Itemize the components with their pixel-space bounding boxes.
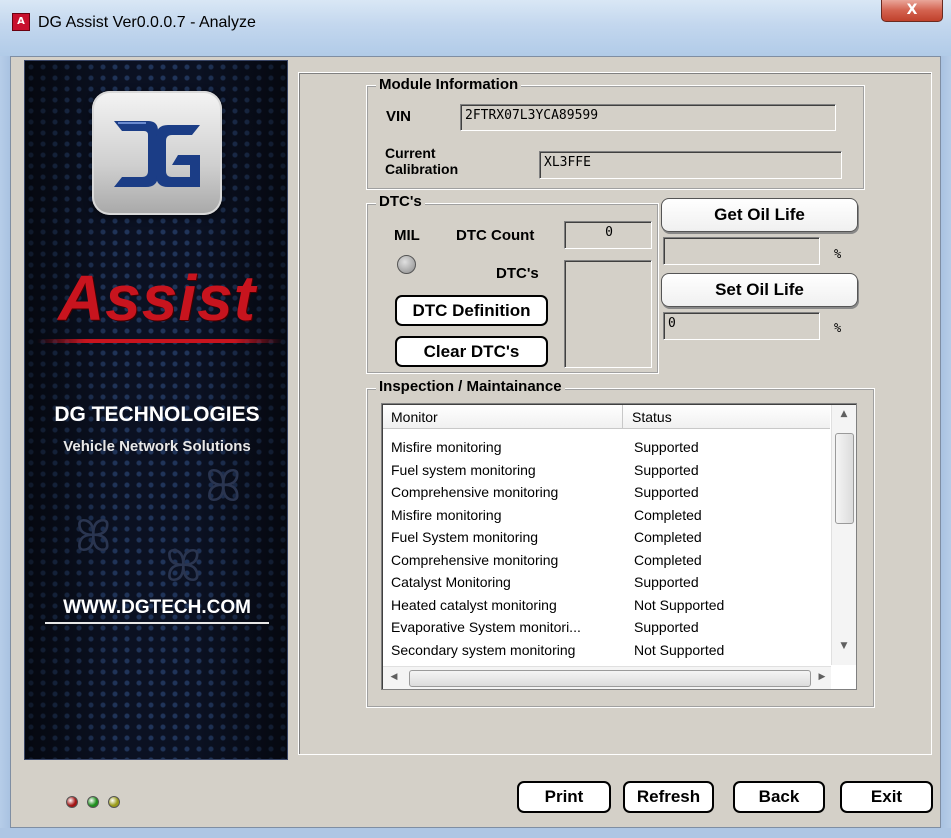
- dg-logo: [92, 91, 222, 215]
- column-header-monitor[interactable]: Monitor: [383, 405, 623, 429]
- set-oil-life-unit: %: [834, 321, 842, 335]
- list-item[interactable]: Misfire monitoring Completed: [383, 504, 829, 526]
- back-button[interactable]: Back: [733, 781, 825, 813]
- dg-logo-icon: [114, 121, 200, 187]
- set-oil-life-field[interactable]: 0: [663, 312, 820, 340]
- dtc-count-field[interactable]: 0: [564, 221, 652, 249]
- tribal-ornament-icon: ꕤ: [205, 461, 242, 512]
- dtc-list-box[interactable]: [564, 260, 652, 368]
- status-cell: Supported: [634, 619, 699, 635]
- company-url: WWW.DGTECH.COM: [63, 597, 251, 618]
- list-item[interactable]: Fuel System monitoring Completed: [383, 526, 829, 548]
- window-frame-bottom: [0, 828, 951, 838]
- module-info-legend: Module Information: [376, 76, 522, 93]
- status-led-yellow-icon: [108, 796, 120, 808]
- monitor-cell: Catalyst Monitoring: [391, 574, 511, 590]
- vin-field[interactable]: 2FTRX07L3YCA89599: [460, 104, 836, 131]
- product-name: Assist: [57, 262, 257, 334]
- status-cell: Supported: [634, 461, 699, 478]
- scroll-right-icon[interactable]: ▶: [815, 672, 829, 682]
- calibration-label: Current Calibration: [385, 145, 458, 177]
- inspection-legend: Inspection / Maintainance: [376, 378, 565, 395]
- status-cell: Completed: [634, 529, 702, 545]
- monitor-cell: Comprehensive monitoring: [391, 551, 559, 568]
- status-cell: Supported: [634, 574, 699, 590]
- list-item[interactable]: Secondary system monitoring Not Supported: [383, 639, 829, 661]
- url-underline: [45, 622, 269, 624]
- get-oil-life-button[interactable]: Get Oil Life: [661, 198, 858, 232]
- get-oil-life-unit: %: [834, 247, 842, 261]
- set-oil-life-button[interactable]: Set Oil Life: [661, 273, 858, 307]
- dg-app-icon[interactable]: A: [12, 13, 30, 31]
- exit-button[interactable]: Exit: [840, 781, 933, 813]
- brand-banner: ꕤ ꕤ ꕤ Assist DG TECHNOLOGIES Vehicle Net…: [24, 60, 288, 760]
- monitor-cell: Fuel System monitoring: [391, 529, 539, 545]
- tribal-ornament-icon: ꕤ: [75, 511, 112, 562]
- product-underline: [37, 339, 283, 343]
- list-item[interactable]: Heated catalyst monitoring Not Supported: [383, 594, 829, 616]
- scroll-left-icon[interactable]: ◀: [387, 672, 401, 682]
- column-header-status[interactable]: Status: [624, 405, 830, 429]
- window-frame-right: [941, 56, 951, 838]
- monitor-cell: Misfire monitoring: [391, 506, 502, 523]
- horizontal-scroll-thumb[interactable]: [409, 670, 811, 687]
- status-led-red-icon: [66, 796, 78, 808]
- status-cell: Completed: [634, 551, 702, 568]
- monitor-cell: Misfire monitoring: [391, 439, 502, 455]
- vertical-scrollbar[interactable]: ▲ ▼: [831, 405, 856, 665]
- status-cell: Supported: [634, 484, 699, 500]
- calibration-label-line2: Calibration: [385, 161, 459, 177]
- tribal-ornament-icon: ꕤ: [165, 541, 202, 592]
- scroll-thumb[interactable]: [835, 433, 854, 524]
- status-cell: Not Supported: [634, 641, 725, 658]
- list-item[interactable]: Misfire monitoring Supported: [383, 436, 829, 458]
- dtc-list-label: DTC's: [496, 265, 539, 282]
- calibration-field[interactable]: XL3FFE: [539, 151, 842, 179]
- monitor-cell: Secondary system monitoring: [391, 641, 576, 658]
- monitor-cell: Heated catalyst monitoring: [391, 596, 557, 613]
- monitor-cell: Fuel system monitoring: [391, 461, 536, 478]
- scroll-down-icon[interactable]: ▼: [832, 641, 856, 651]
- status-cell: Completed: [634, 506, 702, 523]
- window-frame-left: [0, 56, 10, 838]
- monitor-cell: Comprehensive monitoring: [391, 484, 559, 500]
- list-item[interactable]: Fuel system monitoring Supported: [383, 459, 829, 481]
- list-item[interactable]: Comprehensive monitoring Completed: [383, 549, 829, 571]
- status-cell: Supported: [634, 439, 699, 455]
- close-button[interactable]: X: [881, 0, 943, 22]
- status-led-green-icon: [87, 796, 99, 808]
- list-item[interactable]: Comprehensive monitoring Supported: [383, 481, 829, 503]
- mil-indicator-icon: [397, 255, 416, 274]
- list-item[interactable]: Evaporative System monitori... Supported: [383, 616, 829, 638]
- list-header: Monitor Status: [383, 405, 830, 429]
- get-oil-life-field[interactable]: [663, 237, 820, 265]
- vin-label: VIN: [386, 108, 412, 125]
- window-title: DG Assist Ver0.0.0.7 - Analyze: [38, 14, 256, 31]
- status-cell: Not Supported: [634, 596, 725, 613]
- refresh-button[interactable]: Refresh: [623, 781, 714, 813]
- calibration-label-line1: Current: [385, 145, 436, 161]
- monitor-cell: Evaporative System monitori...: [391, 619, 581, 635]
- scroll-up-icon[interactable]: ▲: [832, 409, 856, 419]
- company-tagline: Vehicle Network Solutions: [63, 438, 251, 455]
- monitor-list[interactable]: Monitor Status Misfire monitoring Support…: [381, 403, 857, 690]
- company-name: DG TECHNOLOGIES: [54, 403, 260, 426]
- mil-label: MIL: [394, 227, 420, 244]
- list-item[interactable]: Catalyst Monitoring Supported: [383, 571, 829, 593]
- print-button[interactable]: Print: [517, 781, 611, 813]
- dtc-legend: DTC's: [376, 193, 425, 210]
- clear-dtcs-button[interactable]: Clear DTC's: [395, 336, 548, 367]
- dtc-definition-button[interactable]: DTC Definition: [395, 295, 548, 326]
- dtc-count-label: DTC Count: [456, 227, 535, 244]
- horizontal-scrollbar[interactable]: ◀ ▶: [383, 666, 831, 689]
